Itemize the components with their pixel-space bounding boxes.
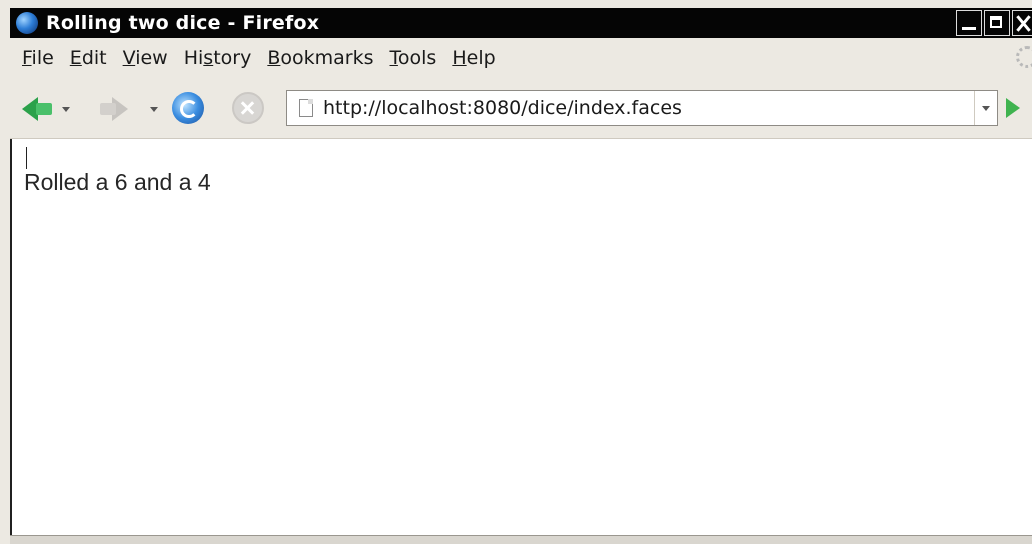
page-icon [299, 99, 313, 117]
menu-file[interactable]: File [22, 47, 54, 69]
forward-history-dropdown-icon[interactable] [150, 107, 158, 112]
menu-edit[interactable]: Edit [70, 47, 107, 69]
throbber-icon [1016, 46, 1032, 68]
menu-help-accel: H [452, 47, 467, 69]
menu-file-label: ile [31, 47, 54, 69]
reload-icon[interactable] [172, 92, 204, 124]
maximize-button[interactable] [984, 10, 1010, 36]
back-history-dropdown-icon[interactable] [62, 107, 70, 112]
status-bar [10, 535, 1032, 544]
menu-tools[interactable]: Tools [390, 47, 437, 69]
menu-bar: File Edit View History Bookmarks Tools H… [10, 38, 1032, 78]
close-button[interactable] [1012, 10, 1032, 36]
minimize-button[interactable] [956, 10, 982, 36]
menu-help[interactable]: Help [452, 47, 495, 69]
menu-history-prefix: Hi [183, 47, 204, 69]
menu-history-label: tory [213, 47, 252, 69]
window-title: Rolling two dice - Firefox [46, 12, 320, 34]
dice-result-text: Rolled a 6 and a 4 [24, 169, 211, 195]
url-dropdown-icon[interactable] [974, 91, 997, 125]
title-bar[interactable]: Rolling two dice - Firefox [10, 8, 1032, 38]
forward-icon[interactable] [98, 92, 130, 124]
menu-bookmarks-accel: B [267, 47, 281, 69]
menu-bookmarks-label: ookmarks [280, 47, 374, 69]
menu-bookmarks[interactable]: Bookmarks [267, 47, 373, 69]
menu-view-accel: V [122, 47, 136, 69]
url-input[interactable]: http://localhost:8080/dice/index.faces [323, 97, 974, 119]
go-icon[interactable] [1006, 98, 1020, 118]
menu-view[interactable]: View [123, 47, 168, 69]
menu-view-label: iew [135, 47, 168, 69]
menu-help-label: elp [466, 47, 496, 69]
menu-tools-accel: T [389, 47, 398, 69]
menu-history-accel: s [203, 47, 214, 69]
menu-file-accel: F [22, 47, 32, 69]
stop-icon[interactable] [232, 92, 264, 124]
back-icon[interactable] [22, 92, 54, 124]
browser-window: Rolling two dice - Firefox File Edit Vie… [0, 0, 1032, 544]
text-caret [26, 147, 27, 169]
menu-tools-label: ools [397, 47, 437, 69]
window-controls [954, 8, 1032, 38]
firefox-icon[interactable] [16, 12, 38, 34]
page-content: Rolled a 6 and a 4 [10, 139, 1032, 535]
address-bar[interactable]: http://localhost:8080/dice/index.faces [286, 90, 998, 126]
menu-history[interactable]: History [184, 47, 252, 69]
navigation-toolbar: http://localhost:8080/dice/index.faces [10, 80, 1032, 139]
menu-edit-accel: E [69, 47, 82, 69]
menu-edit-label: dit [81, 47, 107, 69]
